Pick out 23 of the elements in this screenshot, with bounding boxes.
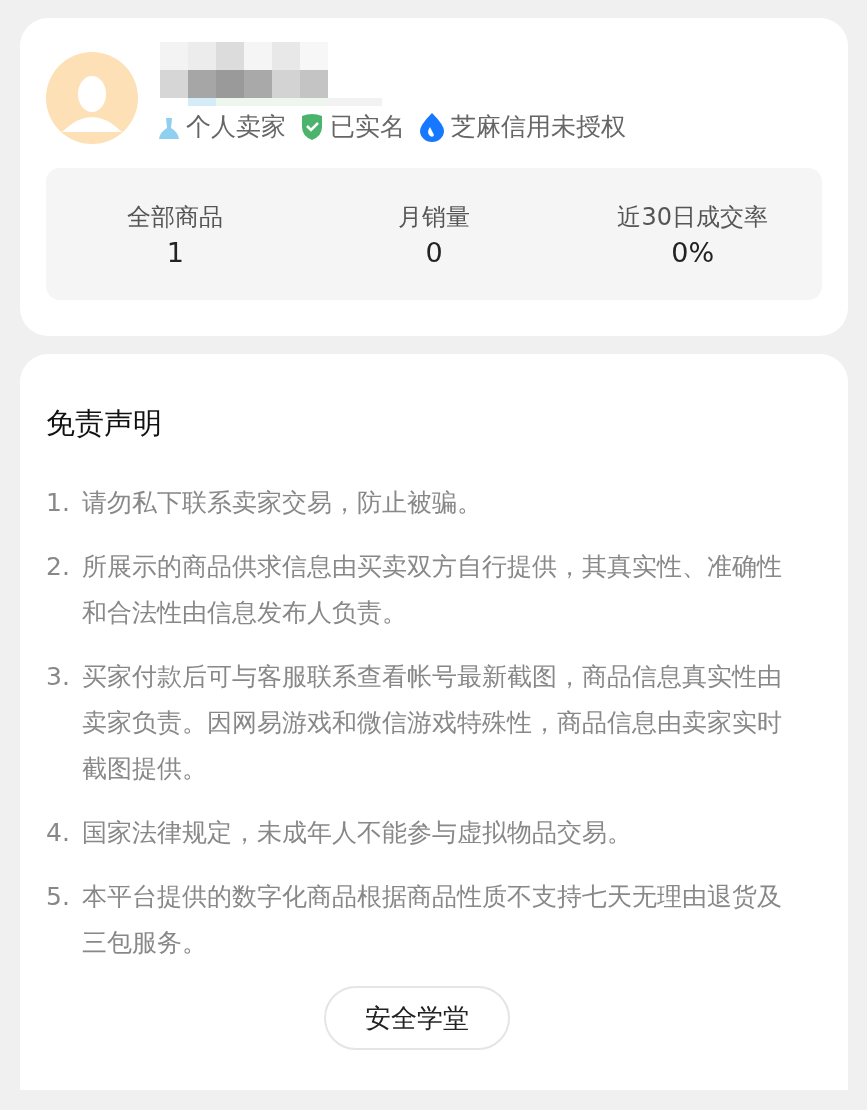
stat-label: 月销量 [398,201,470,233]
item-number: 5. [46,881,70,913]
disclaimer-title: 免责声明 [46,405,163,442]
item-number: 2. [46,551,70,583]
disclaimer-text: 请勿私下联系卖家交易，防止被骗。 [82,487,482,519]
safety-school-button[interactable]: 安全学堂 [324,986,510,1050]
badge-label: 已实名 [330,111,405,143]
badge-label: 芝麻信用未授权 [451,111,626,143]
disclaimer-text: 所展示的商品供求信息由买卖双方自行提供，其真实性、准确性和合法性由信息发布人负责。 [82,551,783,629]
item-number: 4. [46,817,70,849]
stat-label: 全部商品 [127,201,224,233]
stat-label: 近30日成交率 [617,201,768,233]
item-number: 3. [46,661,70,693]
badge-label: 个人卖家 [186,111,286,143]
shield-check-icon [300,112,324,141]
disclaimer-text: 买家付款后可与客服联系查看帐号最新截图，商品信息真实性由卖家负责。因网易游戏和微信游戏特殊性，商品信息由卖家实时截图提供。 [82,661,783,785]
disclaimer-text: 本平台提供的数字化商品根据商品性质不支持七天无理由退货及三包服务。 [82,881,783,959]
stat-value: 1 [166,236,184,268]
stat-value: 0 [425,236,443,268]
drop-icon [419,111,445,142]
stat-value: 0% [671,236,715,268]
item-number: 1. [46,487,70,519]
disclaimer-text: 国家法律规定，未成年人不能参与虚拟物品交易。 [82,817,632,849]
